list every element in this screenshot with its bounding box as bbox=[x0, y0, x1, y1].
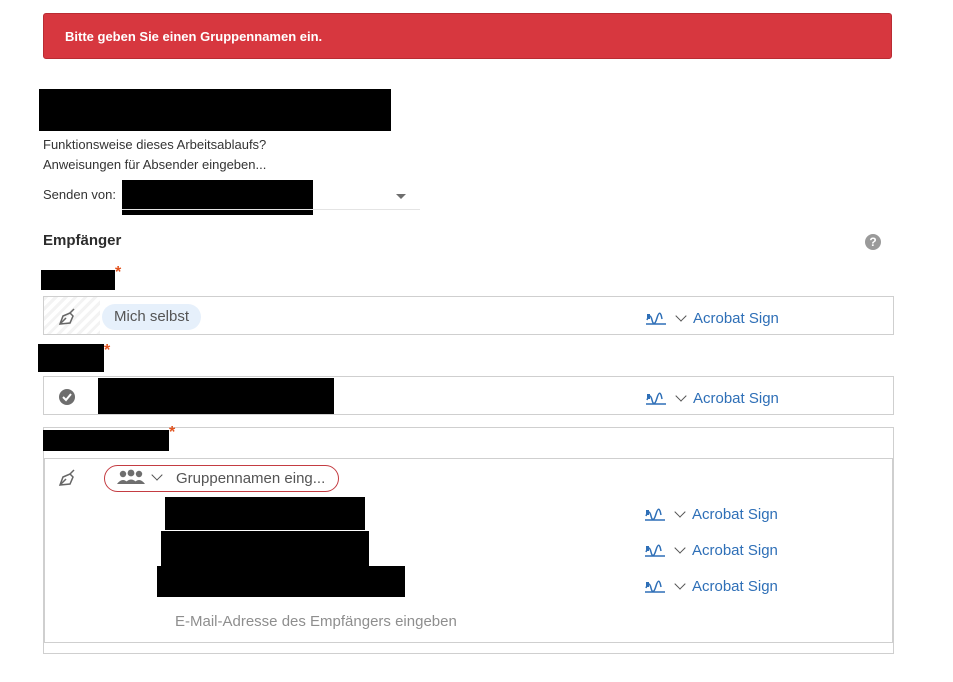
sender-instructions-link[interactable]: Anweisungen für Absender eingeben... bbox=[43, 157, 266, 172]
signature-type-label[interactable]: Acrobat Sign bbox=[693, 390, 779, 407]
signature-type-selector[interactable]: Acrobat Sign bbox=[644, 576, 778, 596]
redacted-recipient-label bbox=[38, 344, 104, 372]
required-marker: * bbox=[169, 424, 176, 441]
send-from-select[interactable] bbox=[122, 209, 420, 210]
signature-type-selector[interactable]: Acrobat Sign bbox=[645, 308, 779, 328]
pen-icon[interactable] bbox=[57, 468, 79, 488]
signature-type-selector[interactable]: Acrobat Sign bbox=[644, 540, 778, 560]
error-alert: Bitte geben Sie einen Gruppennamen ein. bbox=[43, 13, 892, 59]
recipient-row[interactable]: Mich selbst Acrobat Sign bbox=[43, 296, 894, 335]
me-chip[interactable]: Mich selbst bbox=[102, 304, 202, 330]
signature-type-selector[interactable]: Acrobat Sign bbox=[645, 388, 779, 408]
workflow-help-link[interactable]: Funktionsweise dieses Arbeitsablaufs? bbox=[43, 137, 266, 152]
group-name-placeholder[interactable]: Gruppennamen eing... bbox=[176, 470, 325, 487]
signature-icon bbox=[646, 312, 666, 325]
signature-type-label[interactable]: Acrobat Sign bbox=[692, 542, 778, 559]
signature-icon bbox=[645, 580, 665, 593]
chevron-down-icon[interactable] bbox=[675, 309, 687, 322]
signature-icon bbox=[645, 508, 665, 521]
chevron-down-icon[interactable] bbox=[675, 389, 687, 402]
recipient-email-input[interactable]: E-Mail-Adresse des Empfängers eingeben bbox=[175, 613, 457, 630]
required-marker: * bbox=[104, 342, 111, 359]
chevron-down-icon[interactable] bbox=[674, 577, 686, 590]
signature-icon bbox=[645, 544, 665, 557]
redacted-group-member bbox=[157, 566, 405, 597]
required-marker: * bbox=[115, 264, 122, 281]
signature-icon bbox=[646, 392, 666, 405]
question-circle-icon[interactable]: ? bbox=[865, 234, 881, 250]
redacted-recipient-label bbox=[43, 430, 169, 451]
signature-type-selector[interactable]: Acrobat Sign bbox=[644, 504, 778, 524]
group-users-icon[interactable] bbox=[115, 469, 147, 487]
redacted-recipient-label bbox=[41, 270, 115, 290]
recipient-row[interactable]: Acrobat Sign bbox=[43, 376, 894, 415]
signature-type-label[interactable]: Acrobat Sign bbox=[692, 506, 778, 523]
recipients-title: Empfänger bbox=[43, 232, 122, 249]
redacted-workflow-title bbox=[39, 89, 391, 131]
pen-icon[interactable] bbox=[57, 307, 79, 327]
signature-type-label[interactable]: Acrobat Sign bbox=[692, 578, 778, 595]
redacted-group-member bbox=[161, 531, 369, 566]
redacted-recipient-email bbox=[98, 378, 334, 414]
redacted-group-member bbox=[165, 497, 365, 530]
chevron-down-icon[interactable] bbox=[396, 194, 406, 199]
chevron-down-icon[interactable] bbox=[674, 541, 686, 554]
send-from-label: Senden von: bbox=[43, 187, 117, 202]
chevron-down-icon[interactable] bbox=[674, 505, 686, 518]
checkmark-circle-icon bbox=[59, 389, 75, 405]
signature-type-label[interactable]: Acrobat Sign bbox=[693, 310, 779, 327]
